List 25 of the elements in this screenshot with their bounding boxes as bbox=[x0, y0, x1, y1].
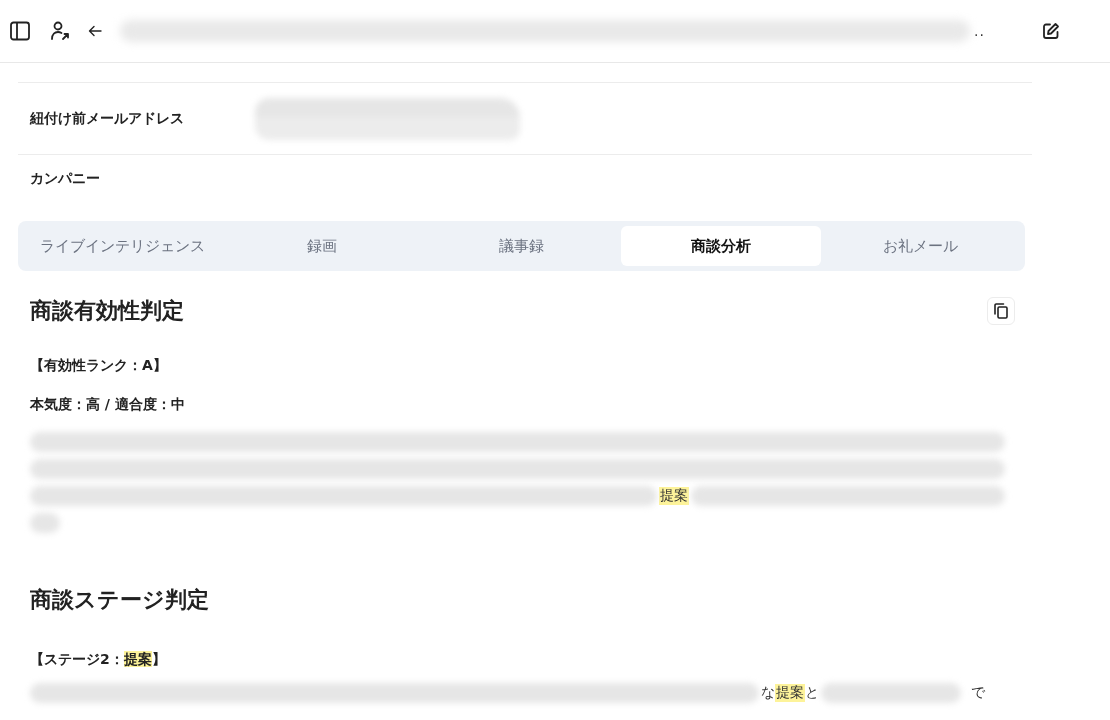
highlighted-text: 提案 bbox=[775, 683, 805, 702]
label-text: 【有効性ランク：A】 bbox=[30, 356, 168, 375]
tab[interactable]: お礼メール bbox=[820, 226, 1021, 266]
highlighted-text: 提案 bbox=[659, 486, 690, 505]
body-text: と bbox=[805, 683, 819, 702]
copy-icon bbox=[994, 303, 1008, 319]
body-text: な bbox=[761, 683, 775, 702]
tab[interactable]: 議事録 bbox=[421, 226, 622, 266]
field-label: 紐付け前メールアドレス bbox=[30, 109, 185, 128]
section-heading: 商談有効性判定 bbox=[30, 297, 184, 325]
tab[interactable]: ライブインテリジェンス bbox=[23, 226, 223, 266]
tab[interactable]: 録画 bbox=[222, 226, 422, 266]
label-text: 【ステージ2：提案】 bbox=[30, 650, 167, 669]
tab[interactable]: 商談分析 bbox=[621, 226, 821, 266]
copy-button[interactable] bbox=[987, 297, 1015, 325]
person-arrow-icon[interactable] bbox=[50, 21, 70, 41]
section-heading: 商談ステージ判定 bbox=[30, 586, 209, 614]
sidebar-toggle-icon[interactable] bbox=[10, 21, 30, 41]
field-label: カンパニー bbox=[30, 170, 101, 188]
edit-icon[interactable] bbox=[1042, 22, 1060, 40]
body-text: で bbox=[971, 683, 985, 702]
blurred-text bbox=[30, 512, 60, 533]
back-arrow-icon[interactable] bbox=[88, 25, 102, 37]
title-text: .. bbox=[974, 23, 985, 39]
label-text: 本気度：高 / 適合度：中 bbox=[30, 395, 186, 414]
